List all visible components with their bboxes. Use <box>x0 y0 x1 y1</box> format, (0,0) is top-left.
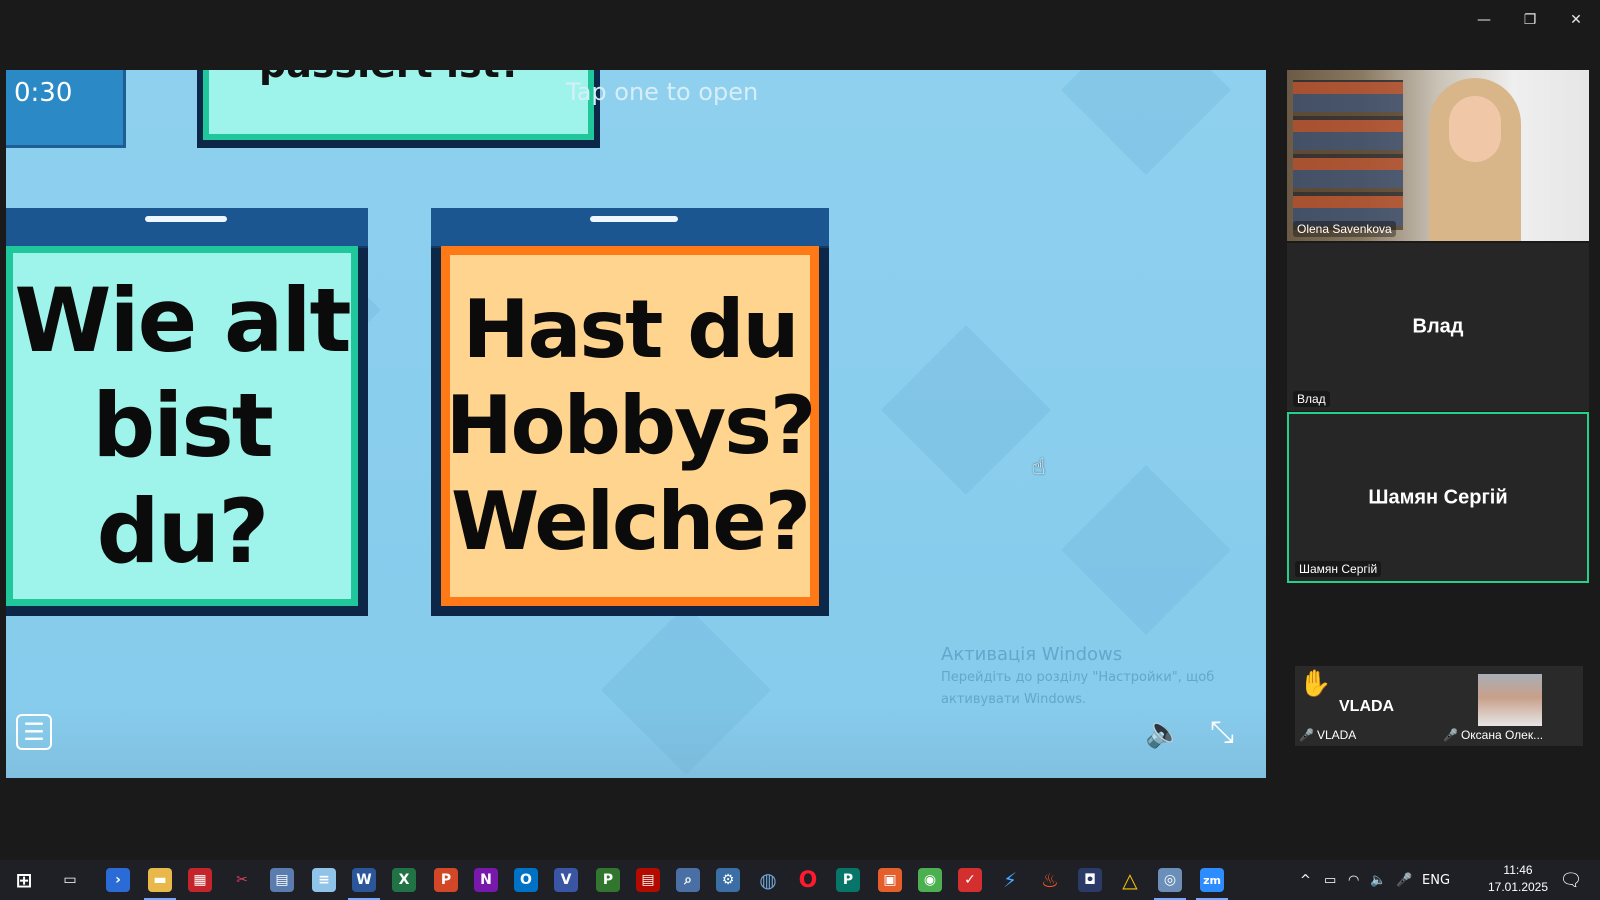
wifi-icon[interactable]: ◠ <box>1348 860 1359 900</box>
participant-name-label: Olena Savenkova <box>1293 221 1396 237</box>
exit-fullscreen-icon[interactable]: ⤡ <box>1202 714 1242 750</box>
minimize-icon[interactable]: — <box>1466 6 1502 34</box>
task-view-icon[interactable]: ▭ <box>58 868 82 892</box>
tray-chevron-icon[interactable]: ^ <box>1300 860 1311 900</box>
muted-mic-icon: 🎤 <box>1299 728 1314 742</box>
control-panel-icon[interactable]: ⚙ <box>716 868 740 892</box>
powershell-icon[interactable]: › <box>106 868 130 892</box>
participant-name-label: 🎤 Оксана Олек... <box>1443 728 1543 742</box>
participant-display-name: VLADA <box>1339 698 1395 715</box>
bookshelf-background <box>1293 80 1403 230</box>
red-app-icon[interactable]: ▦ <box>188 868 212 892</box>
battery-icon[interactable]: ▭ <box>1324 860 1336 900</box>
acrobat-icon[interactable]: ✓ <box>958 868 982 892</box>
notepad-icon[interactable]: ≡ <box>312 868 336 892</box>
drive-icon[interactable]: △ <box>1118 868 1142 892</box>
notification-center-icon[interactable]: 🗨 <box>1556 866 1586 894</box>
fire-icon[interactable]: ♨ <box>1038 868 1062 892</box>
card-19[interactable]: Wie alt bist du? <box>6 208 368 616</box>
bg-diamond <box>1061 465 1231 635</box>
camera-icon[interactable]: ◘ <box>1078 868 1102 892</box>
bg-diamond <box>1061 70 1231 175</box>
top-card-text: passiert ist? <box>259 70 522 86</box>
shared-screen[interactable]: 0:30 passiert ist? Tap one to open Wie a… <box>6 70 1266 778</box>
bg-diamond <box>881 325 1051 495</box>
timer-text: 0:30 <box>14 78 73 108</box>
network-icon[interactable]: ◎ <box>1154 868 1186 900</box>
search-tool-icon[interactable]: ⌕ <box>676 868 700 892</box>
participant-name-label: Шамян Сергій <box>1295 561 1382 577</box>
windows-activation-watermark: Активація Windows Перейдіть до розділу "… <box>941 644 1214 709</box>
muted-mic-icon: 🎤 <box>1443 728 1458 742</box>
participant-strip[interactable]: ✋ VLADA 🎤 VLADA 🎤 Оксана Олек... <box>1295 666 1583 746</box>
project-icon[interactable]: P <box>596 868 620 892</box>
outlook-icon[interactable]: O <box>514 868 538 892</box>
speaker-icon[interactable]: 🔈 <box>1370 860 1386 900</box>
card-19-header <box>6 208 368 248</box>
top-card-face: passiert ist? <box>203 70 594 140</box>
participant-photo <box>1478 674 1542 726</box>
globe-icon[interactable]: ◍ <box>756 868 780 892</box>
participant-name-label: 🎤 VLADA <box>1299 728 1356 742</box>
calculator-icon[interactable]: ▤ <box>270 868 294 892</box>
chrome-icon[interactable]: ◉ <box>918 868 942 892</box>
word-icon[interactable]: W <box>348 868 380 900</box>
title-bar: — ❐ ✕ <box>0 0 1600 38</box>
card-number-bar <box>590 216 678 222</box>
watermark-title: Активація Windows <box>941 644 1123 665</box>
clock-time: 11:46 <box>1503 863 1533 877</box>
card-19-face: Wie alt bist du? <box>6 246 358 606</box>
hand-cursor-icon: ☝ <box>1032 455 1046 480</box>
zoom-icon[interactable]: zm <box>1196 868 1228 900</box>
language-indicator[interactable]: ENG <box>1422 860 1450 900</box>
file-explorer-icon[interactable]: ▬ <box>144 868 176 900</box>
powerpoint-icon[interactable]: P <box>434 868 458 892</box>
card-20-face: Hast du Hobbys? Welche? <box>441 246 819 606</box>
top-card[interactable]: passiert ist? <box>197 70 600 148</box>
pdf-icon[interactable]: ▤ <box>636 868 660 892</box>
participant-tile-vlad[interactable]: Влад Влад <box>1287 243 1589 411</box>
zip-icon[interactable]: ▣ <box>878 868 902 892</box>
opera-icon[interactable]: O <box>796 868 820 893</box>
participant-name-text: VLADA <box>1316 728 1357 742</box>
clock-date: 17.01.2025 <box>1487 880 1549 894</box>
restore-icon[interactable]: ❐ <box>1512 6 1548 34</box>
thunder-icon[interactable]: ⚡ <box>998 868 1022 892</box>
onenote-icon[interactable]: N <box>474 868 498 892</box>
watermark-line-1: Перейдіть до розділу "Настройки", щоб <box>941 670 1215 685</box>
participant-display-name: Влад <box>1412 315 1464 338</box>
start-icon[interactable]: ⊞ <box>12 868 36 892</box>
close-icon[interactable]: ✕ <box>1558 6 1594 34</box>
raised-hand-icon: ✋ <box>1299 668 1332 698</box>
snipping-tool-icon[interactable]: ✂ <box>230 868 254 892</box>
participant-display-name: Шамян Сергій <box>1368 486 1508 508</box>
tap-hint: Tap one to open <box>566 78 759 106</box>
microphone-icon[interactable]: 🎤 <box>1396 860 1412 900</box>
volume-icon[interactable]: 🔈 <box>1144 714 1184 750</box>
card-20-text: Hast du Hobbys? Welche? <box>445 283 817 568</box>
menu-icon[interactable]: ☰ <box>16 714 52 750</box>
player-controls-bar <box>6 708 1266 778</box>
taskbar: ⊞ ▭ › ▬ ▦ ✂ ▤ ≡ W X P N O V P ▤ ⌕ ⚙ ◍ O … <box>0 860 1600 900</box>
participant-tile-shamyan[interactable]: Шамян Сергій Шамян Сергій <box>1287 412 1589 583</box>
excel-icon[interactable]: X <box>392 868 416 892</box>
card-20-header <box>431 208 829 248</box>
clock[interactable]: 11:46 17.01.2025 <box>1478 862 1558 896</box>
participant-tile-olena[interactable]: Olena Savenkova <box>1287 70 1589 241</box>
watermark-line-2: активувати Windows. <box>941 692 1087 708</box>
card-19-text: Wie alt bist du? <box>14 268 351 583</box>
card-number-bar <box>144 216 227 222</box>
participant-name-text: Оксана Олек... <box>1460 728 1544 742</box>
participant-name-label: Влад <box>1293 391 1330 407</box>
visio-icon[interactable]: V <box>554 868 578 892</box>
participant-video-face <box>1449 96 1501 162</box>
publisher-icon[interactable]: P <box>836 868 860 892</box>
card-20[interactable]: Hast du Hobbys? Welche? <box>431 208 829 616</box>
